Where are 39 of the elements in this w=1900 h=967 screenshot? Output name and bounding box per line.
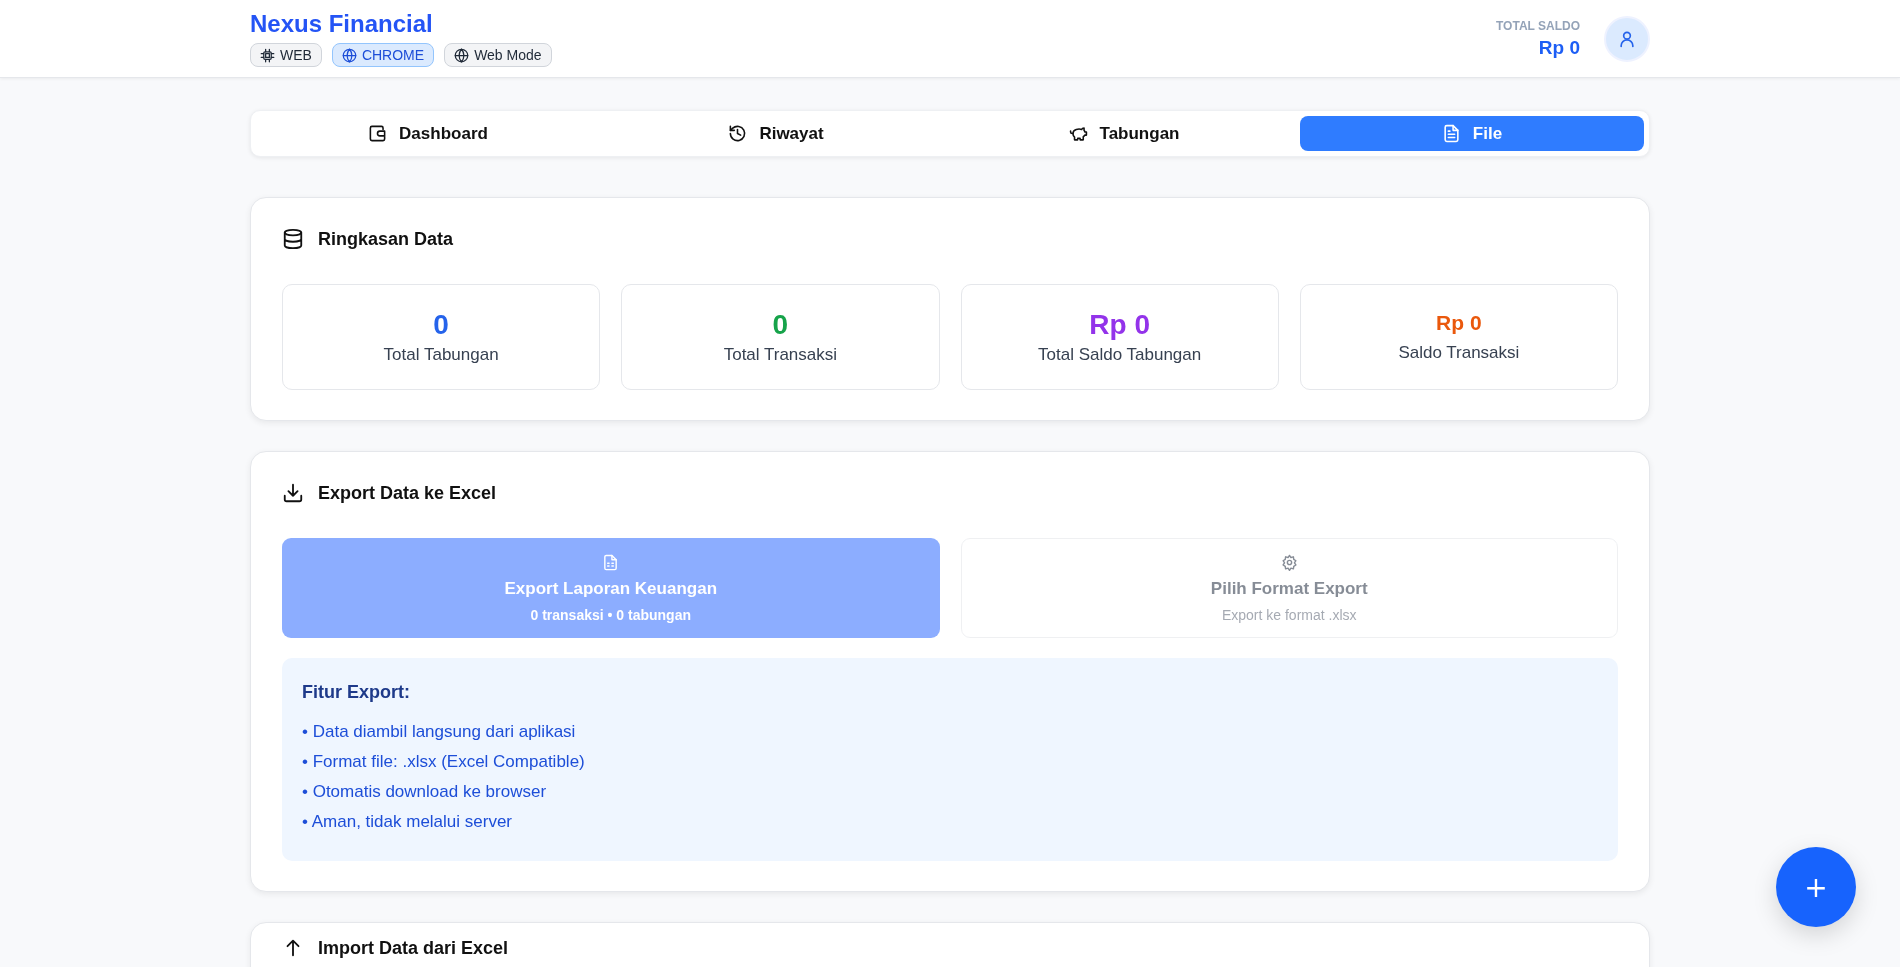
section-title: Export Data ke Excel [318,482,497,504]
badge-label: CHROME [361,47,425,63]
balance-label: TOTAL SALDO [1496,18,1580,33]
stat-value: Rp 0 [1089,309,1150,341]
stat-label: Total Transaksi [723,345,838,365]
balance-value: Rp 0 [1537,36,1580,59]
badge-label: Web Mode [474,47,542,63]
app-title: Nexus Financial [250,10,434,38]
database-icon [282,228,304,250]
stat-label: Total Saldo Tabungan [1038,345,1202,365]
globe-icon [454,47,470,63]
nav-tab[interactable]: File [1300,116,1644,151]
nav-tab[interactable]: Tabungan [952,116,1296,151]
add-button[interactable]: + [1776,847,1856,927]
globe-icon [341,47,357,63]
stat-value: 0 [772,309,789,341]
download-icon [282,482,304,504]
history-icon [728,124,748,143]
section-title: Ringkasan Data [318,228,454,250]
piggy-bank-icon [1068,124,1088,143]
feature-item: • Format file: .xlsx (Excel Compatible) [302,751,586,773]
settings-icon [1280,553,1298,571]
info-title: Fitur Export: [302,682,411,703]
nav-tab[interactable]: Dashboard [256,116,600,151]
stat-label: Total Tabungan [383,345,499,365]
feature-item: • Aman, tidak melalui server [302,811,514,833]
document-icon [1441,124,1461,143]
wallet-icon [368,124,388,143]
chip-icon [260,47,275,63]
stat-value: Rp 0 [1436,311,1482,335]
section-title: Import Data dari Excel [318,937,509,959]
stat-value: 0 [433,309,449,341]
badge-label: WEB [280,47,312,63]
feature-item: • Otomatis download ke browser [302,781,548,803]
profile-button[interactable] [1604,15,1650,62]
nav-tab[interactable]: Riwayat [604,116,948,151]
stat-label: Saldo Transaksi [1398,343,1520,363]
spreadsheet-icon [602,553,620,571]
feature-item: • Data diambil langsung dari aplikasi [302,721,577,743]
